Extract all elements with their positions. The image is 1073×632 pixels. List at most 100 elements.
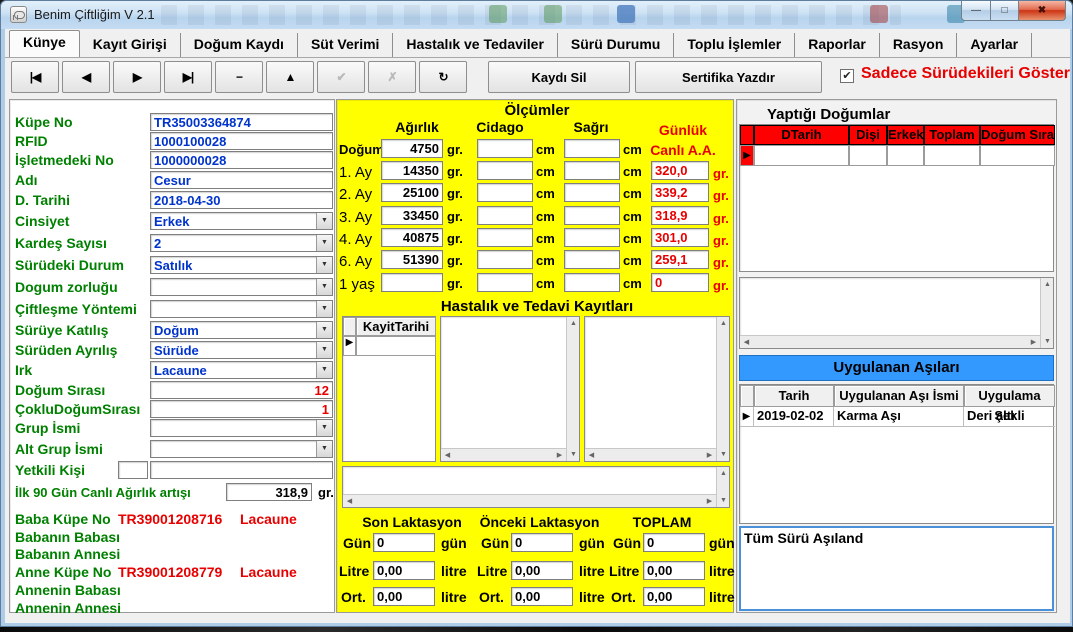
sagri-input[interactable] <box>564 250 620 269</box>
post-record-button[interactable]: ✔ <box>317 61 365 93</box>
dogum-sira-header[interactable]: Doğum Sıra <box>980 125 1055 145</box>
dtarih-header[interactable]: DTarih <box>754 125 849 145</box>
rfid-input[interactable] <box>150 132 333 150</box>
vaccine-date[interactable]: 2019-02-02 <box>754 407 834 427</box>
disi-header[interactable]: Dişi <box>849 125 887 145</box>
weight-input[interactable] <box>381 206 443 225</box>
sagri-input[interactable] <box>564 183 620 202</box>
cidago-input[interactable] <box>477 273 533 292</box>
tab-raporlar[interactable]: Raporlar <box>795 33 880 57</box>
adi-input[interactable] <box>150 171 333 189</box>
scrollbar[interactable]: ▲ ▼ <box>1040 278 1053 348</box>
toplam-gun-input[interactable] <box>643 533 705 552</box>
show-only-herd-label[interactable]: Sadece Sürüdekileri Göster <box>861 65 1070 83</box>
scrollbar[interactable]: ◀ ▶ <box>441 448 566 461</box>
vaccines-grid[interactable]: Tarih Uygulanan Aşı İsmi Uygulama Şekli … <box>739 384 1054 524</box>
surudeki-durum-select[interactable]: Satılık ▼ <box>150 256 333 274</box>
sagri-input[interactable] <box>564 273 620 292</box>
chevron-down-icon[interactable]: ▼ <box>316 279 332 295</box>
tarih-header[interactable]: Tarih <box>754 385 834 407</box>
health-memo-2[interactable]: ▲ ▼ ◀ ▶ <box>584 316 730 462</box>
weight-input[interactable] <box>381 228 443 247</box>
chevron-down-icon[interactable]: ▼ <box>316 257 332 273</box>
weight-input[interactable] <box>381 273 443 292</box>
daily-gain-input[interactable] <box>651 273 709 292</box>
sertifika-yazdir-button[interactable]: Sertifika Yazdır <box>635 61 822 93</box>
titlebar[interactable]: Benim Çiftliğim V 2.1 — □ ✖ <box>1 1 1072 29</box>
tab-kunye[interactable]: Künye <box>9 30 80 57</box>
refresh-record-button[interactable]: ↻ <box>419 61 467 93</box>
cidago-input[interactable] <box>477 139 533 158</box>
irk-select[interactable]: Lacaune ▼ <box>150 361 333 379</box>
next-record-button[interactable]: ▶ <box>113 61 161 93</box>
chevron-down-icon[interactable]: ▼ <box>316 322 332 338</box>
tab-dogum-kaydi[interactable]: Doğum Kaydı <box>181 33 298 57</box>
grup-ismi-select[interactable]: ▼ <box>150 419 333 437</box>
sagri-input[interactable] <box>564 161 620 180</box>
chevron-down-icon[interactable]: ▼ <box>316 213 332 229</box>
d-tarihi-input[interactable] <box>150 191 333 209</box>
kardes-sayisi-select[interactable]: 2 ▼ <box>150 234 333 252</box>
show-only-herd-checkbox[interactable]: ✔ <box>840 69 854 83</box>
chevron-down-icon[interactable]: ▼ <box>316 342 332 358</box>
chevron-down-icon[interactable]: ▼ <box>316 441 332 457</box>
weight-input[interactable] <box>381 250 443 269</box>
vaccine-note[interactable]: Tüm Sürü Aşıland <box>739 526 1054 611</box>
scrollbar[interactable]: ▲ ▼ <box>566 317 579 461</box>
health-memo-1[interactable]: ▲ ▼ ◀ ▶ <box>440 316 580 462</box>
edit-record-button[interactable]: ▲ <box>266 61 314 93</box>
cidago-input[interactable] <box>477 206 533 225</box>
daily-gain-input[interactable] <box>651 228 709 247</box>
asi-ismi-header[interactable]: Uygulanan Aşı İsmi <box>834 385 964 407</box>
onceki-gun-input[interactable] <box>511 533 573 552</box>
suruye-katilis-select[interactable]: Doğum ▼ <box>150 321 333 339</box>
sagri-input[interactable] <box>564 228 620 247</box>
ilk90-input[interactable] <box>226 483 312 501</box>
chevron-down-icon[interactable]: ▼ <box>316 362 332 378</box>
minimize-button[interactable]: — <box>961 1 991 21</box>
births-grid[interactable]: DTarih Dişi Erkek Toplam Doğum Sıra ▶ <box>739 124 1054 272</box>
yetkili-kisi-code-input[interactable] <box>118 461 148 479</box>
scrollbar[interactable]: ◀ ▶ <box>585 448 716 461</box>
prev-record-button[interactable]: ◀ <box>62 61 110 93</box>
toplam-ort-input[interactable] <box>643 587 705 606</box>
tab-kayit-girisi[interactable]: Kayıt Girişi <box>80 33 181 57</box>
daily-gain-input[interactable] <box>651 161 709 180</box>
isletme-no-input[interactable] <box>150 151 333 169</box>
son-gun-input[interactable] <box>373 533 435 552</box>
weight-input[interactable] <box>381 161 443 180</box>
vaccine-name[interactable]: Karma Aşı <box>834 407 964 427</box>
cancel-record-button[interactable]: ✗ <box>368 61 416 93</box>
suruden-ayrilis-select[interactable]: Sürüde ▼ <box>150 341 333 359</box>
cidago-input[interactable] <box>477 250 533 269</box>
health-grid[interactable]: KayitTarihi ▶ <box>342 316 436 462</box>
uygulama-sekli-header[interactable]: Uygulama Şekli <box>964 385 1055 407</box>
kaydi-sil-button[interactable]: Kaydı Sil <box>488 61 630 93</box>
daily-gain-input[interactable] <box>651 206 709 225</box>
son-ort-input[interactable] <box>373 587 435 606</box>
daily-gain-input[interactable] <box>651 250 709 269</box>
cidago-input[interactable] <box>477 183 533 202</box>
onceki-litre-input[interactable] <box>511 561 573 580</box>
sagri-input[interactable] <box>564 206 620 225</box>
chevron-down-icon[interactable]: ▼ <box>316 420 332 436</box>
kupe-no-input[interactable] <box>150 113 333 131</box>
births-memo[interactable]: ▲ ▼ ◀ ▶ <box>739 277 1054 349</box>
daily-gain-input[interactable] <box>651 183 709 202</box>
son-litre-input[interactable] <box>373 561 435 580</box>
cinsiyet-select[interactable]: Erkek ▼ <box>150 212 333 230</box>
tab-suru-durumu[interactable]: Sürü Durumu <box>558 33 674 57</box>
scrollbar[interactable]: ▲ ▼ <box>716 467 729 507</box>
yetkili-kisi-input[interactable] <box>150 461 333 479</box>
tab-rasyon[interactable]: Rasyon <box>880 33 958 57</box>
tab-hastalik-tedaviler[interactable]: Hastalık ve Tedaviler <box>393 33 557 57</box>
weight-input[interactable] <box>381 139 443 158</box>
vaccine-method[interactable]: Deri altı <box>964 407 1055 427</box>
tab-ayarlar[interactable]: Ayarlar <box>957 33 1032 57</box>
health-memo-wide[interactable]: ▲ ▼ ◀ ▶ <box>342 466 730 508</box>
scrollbar[interactable]: ▲ ▼ <box>716 317 729 461</box>
cidago-input[interactable] <box>477 161 533 180</box>
tab-toplu-islemler[interactable]: Toplu İşlemler <box>674 33 795 57</box>
onceki-ort-input[interactable] <box>511 587 573 606</box>
close-button[interactable]: ✖ <box>1019 1 1066 21</box>
